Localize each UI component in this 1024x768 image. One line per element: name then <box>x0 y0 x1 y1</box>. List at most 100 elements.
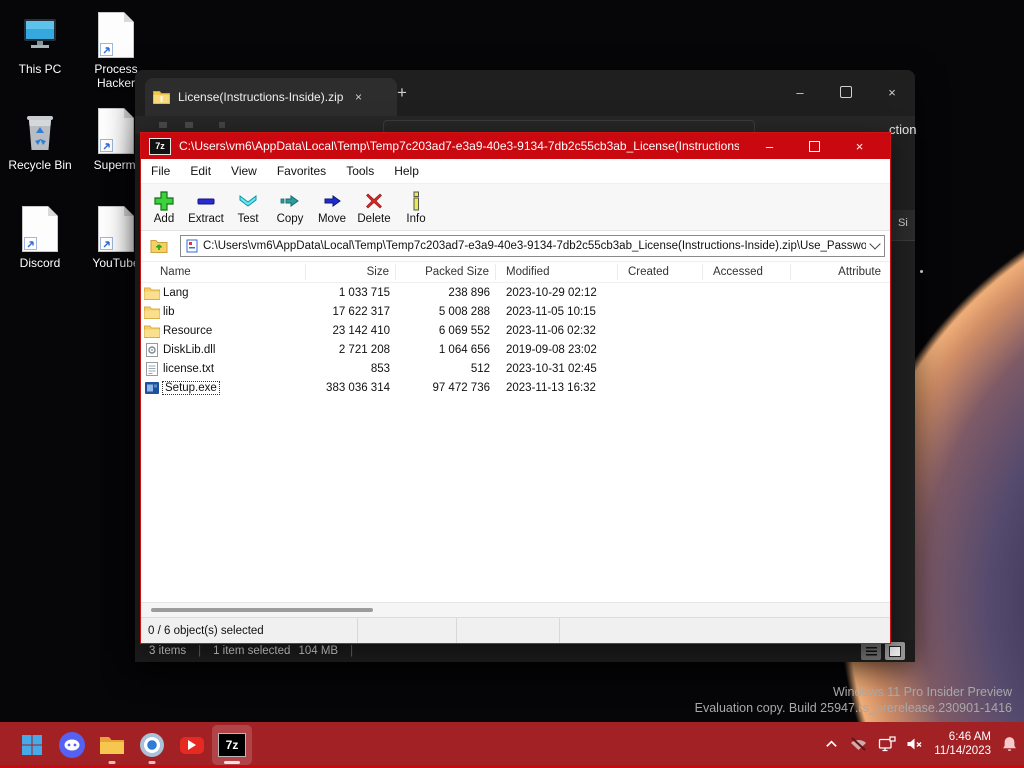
column-header-created[interactable]: Created <box>618 264 703 280</box>
tray-chevron-up-icon[interactable] <box>824 737 839 751</box>
text-file-icon <box>146 361 158 376</box>
sevenzip-status-bar: 0 / 6 object(s) selected <box>141 617 890 643</box>
thumbnail-view-icon <box>889 645 901 657</box>
menu-favorites[interactable]: Favorites <box>267 164 336 178</box>
explorer-size-column-fragment: Si <box>898 217 908 229</box>
desktop-icon-label: Recycle Bin <box>8 158 72 172</box>
network-disconnected-icon[interactable] <box>849 736 868 752</box>
table-row[interactable]: DiskLib.dll 2 721 208 1 064 656 2019-09-… <box>141 340 890 359</box>
maximize-icon <box>840 86 852 98</box>
ethernet-monitor-icon[interactable] <box>878 735 896 752</box>
details-view-button[interactable] <box>861 642 881 660</box>
tab-close-icon[interactable]: × <box>351 90 366 104</box>
explorer-tab[interactable]: License(Instructions-Inside).zip × <box>145 78 397 116</box>
sevenzip-minimize-button[interactable]: – <box>747 139 792 154</box>
test-button[interactable]: Test <box>227 186 269 228</box>
column-header-packed-size[interactable]: Packed Size <box>396 264 496 280</box>
copy-button[interactable]: Copy <box>269 186 311 228</box>
items-count: 3 items <box>149 645 187 657</box>
horizontal-scrollbar[interactable] <box>141 602 890 617</box>
windows-logo-icon <box>22 735 42 755</box>
youtube-icon <box>180 736 204 754</box>
copy-arrow-icon <box>280 194 299 207</box>
scrollbar-thumb[interactable] <box>151 608 373 612</box>
column-header-size[interactable]: Size <box>306 264 396 280</box>
7zip-icon: 7z <box>218 733 246 757</box>
delete-button[interactable]: Delete <box>353 186 395 228</box>
start-button[interactable] <box>12 725 52 765</box>
up-folder-icon <box>150 240 168 253</box>
move-arrow-icon <box>324 194 341 207</box>
shortcut-arrow-icon <box>24 237 37 250</box>
details-view-icon <box>865 646 877 656</box>
separator: | <box>350 645 354 657</box>
explorer-close-button[interactable]: × <box>869 70 915 114</box>
delete-x-icon <box>366 193 382 208</box>
shortcut-arrow-icon <box>100 237 113 250</box>
volume-muted-icon[interactable] <box>906 736 924 752</box>
table-row[interactable]: lib 17 622 317 5 008 288 2023-11-05 10:1… <box>141 302 890 321</box>
shortcut-file-icon <box>0 204 80 252</box>
add-plus-icon <box>154 190 174 211</box>
desktop-icon-recycle-bin[interactable]: Recycle Bin <box>0 106 80 172</box>
column-header-row: Name Size Packed Size Modified Created A… <box>141 262 890 283</box>
sevenzip-close-button[interactable]: × <box>837 139 882 154</box>
desktop-icon-this-pc[interactable]: This PC <box>0 10 80 76</box>
menu-view[interactable]: View <box>221 164 267 178</box>
chevron-down-icon[interactable] <box>869 238 881 250</box>
dll-file-icon <box>146 342 158 357</box>
sevenzip-window: 7z C:\Users\vm6\AppData\Local\Temp\Temp7… <box>140 132 891 644</box>
clock-time: 6:46 AM <box>948 730 991 743</box>
taskbar: 7z 6:46 AM 11/14/2023 <box>0 722 1024 768</box>
column-header-name[interactable]: Name <box>141 264 306 280</box>
recycle-bin-icon <box>0 106 80 154</box>
this-pc-icon <box>0 10 80 58</box>
selection-status: 0 / 6 object(s) selected <box>141 618 358 643</box>
info-button[interactable]: Info <box>395 186 437 228</box>
sevenzip-maximize-button[interactable] <box>792 139 837 154</box>
info-icon <box>413 191 419 210</box>
taskbar-clock[interactable]: 6:46 AM 11/14/2023 <box>934 730 991 758</box>
menu-file[interactable]: File <box>141 164 180 178</box>
menu-tools[interactable]: Tools <box>336 164 384 178</box>
taskbar-browser-button[interactable] <box>132 725 172 765</box>
extract-minus-icon <box>197 198 215 204</box>
table-row[interactable]: Lang 1 033 715 238 896 2023-10-29 02:12 <box>141 283 890 302</box>
desktop-icon-label: This PC <box>18 62 62 76</box>
zip-folder-icon <box>153 91 170 104</box>
parent-folder-button[interactable] <box>146 235 172 257</box>
explorer-maximize-button[interactable] <box>823 70 869 114</box>
move-button[interactable]: Move <box>311 186 353 228</box>
sevenzip-title-bar[interactable]: 7z C:\Users\vm6\AppData\Local\Temp\Temp7… <box>141 133 890 159</box>
thumbnail-view-button[interactable] <box>885 642 905 660</box>
address-combobox[interactable]: C:\Users\vm6\AppData\Local\Temp\Temp7c20… <box>180 235 885 257</box>
taskbar-explorer-button[interactable] <box>92 725 132 765</box>
sevenzip-app-icon: 7z <box>149 137 171 155</box>
windows-version-watermark: Windows 11 Pro Insider Preview Evaluatio… <box>695 685 1012 716</box>
table-row-focused[interactable]: Setup.exe 383 036 314 97 472 736 2023-11… <box>141 378 890 397</box>
desktop-icon-discord[interactable]: Discord <box>0 204 80 270</box>
menu-edit[interactable]: Edit <box>180 164 221 178</box>
taskbar-discord-button[interactable] <box>52 725 92 765</box>
table-row[interactable]: Resource 23 142 410 6 069 552 2023-11-06… <box>141 321 890 340</box>
explorer-nav-buttons <box>159 122 279 128</box>
notification-bell-icon[interactable] <box>1001 735 1018 753</box>
new-tab-button[interactable]: + <box>397 84 407 101</box>
explorer-tab-bar: License(Instructions-Inside).zip × + – × <box>135 70 915 116</box>
column-header-accessed[interactable]: Accessed <box>703 264 791 280</box>
folder-icon <box>144 325 160 338</box>
table-row[interactable]: license.txt 853 512 2023-10-31 02:45 <box>141 359 890 378</box>
taskbar-7zip-button[interactable]: 7z <box>212 725 252 765</box>
explorer-minimize-button[interactable]: – <box>777 70 823 114</box>
active-indicator <box>224 761 240 764</box>
explorer-tab-title: License(Instructions-Inside).zip <box>178 90 343 104</box>
exe-file-icon <box>145 381 159 394</box>
extract-button[interactable]: Extract <box>185 186 227 228</box>
shortcut-arrow-icon <box>100 139 113 152</box>
column-header-attribute[interactable]: Attribute <box>791 264 881 280</box>
add-button[interactable]: Add <box>143 186 185 228</box>
menu-help[interactable]: Help <box>384 164 429 178</box>
column-header-modified[interactable]: Modified <box>496 264 618 280</box>
address-path: C:\Users\vm6\AppData\Local\Temp\Temp7c20… <box>203 240 866 252</box>
taskbar-youtube-button[interactable] <box>172 725 212 765</box>
